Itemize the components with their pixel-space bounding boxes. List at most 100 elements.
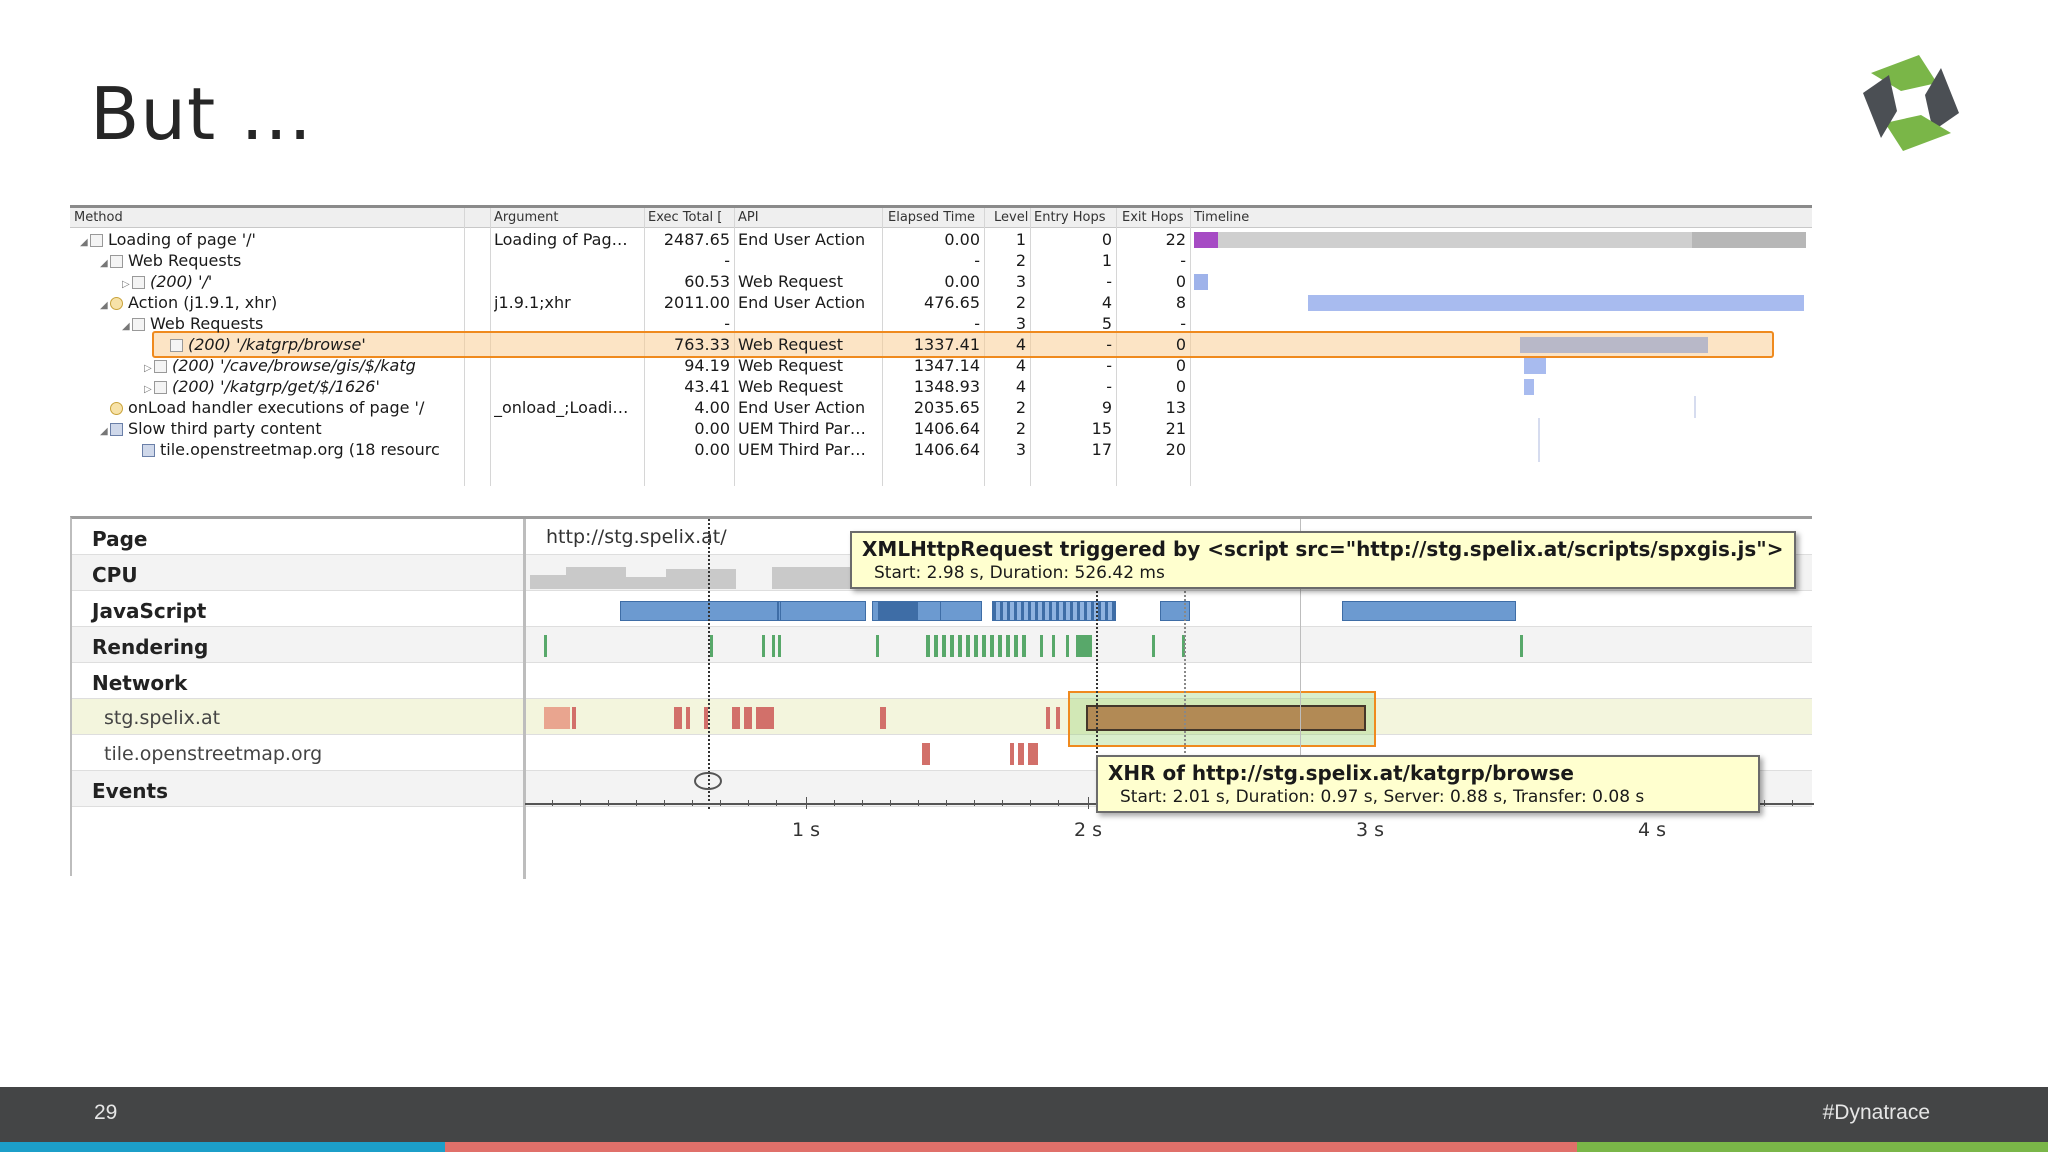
js-execution-bar[interactable] — [878, 601, 918, 621]
column-header-entry-hops[interactable]: Entry Hops — [1034, 210, 1105, 225]
table-row[interactable]: ▷ (200) '/cave/browse/gis/$/katg 94.19 We… — [70, 355, 1812, 376]
tooltip-title: XHR of http://stg.spelix.at/katgrp/brows… — [1108, 761, 1574, 785]
column-header-exec-total[interactable]: Exec Total [ — [648, 210, 722, 225]
table-row[interactable]: ◢ Web Requests - - 3 5 - — [70, 313, 1812, 334]
network-request-bar[interactable] — [544, 707, 570, 729]
js-execution-bar[interactable] — [940, 601, 982, 621]
row-method: onLoad handler executions of page '/ — [128, 398, 425, 417]
row-elapsed: 1406.64 — [913, 419, 980, 438]
row-method: Slow third party content — [128, 419, 322, 438]
row-exec-total: 0.00 — [694, 419, 730, 438]
tooltip-xhr-request: XHR of http://stg.spelix.at/katgrp/brows… — [1096, 755, 1760, 813]
dynatrace-logo-icon — [1863, 55, 1959, 151]
table-row[interactable]: ▷ (200) '/' 60.53 Web Request 0.00 3 - 0 — [70, 271, 1812, 292]
row-elapsed: 1347.14 — [913, 356, 980, 375]
row-api: Web Request — [738, 356, 843, 375]
collapse-arrow-icon[interactable]: ◢ — [100, 258, 110, 269]
collapse-arrow-icon[interactable]: ◢ — [122, 321, 132, 332]
column-header-level[interactable]: Level — [994, 210, 1028, 225]
row-exit-hops: 13 — [1165, 398, 1186, 417]
row-exit-hops: 0 — [1175, 377, 1186, 396]
row-api: End User Action — [738, 230, 866, 249]
column-header-argument[interactable]: Argument — [494, 210, 559, 225]
row-elapsed: 0.00 — [944, 230, 980, 249]
row-entry-hops: - — [1106, 356, 1112, 375]
timeline-bar — [1308, 295, 1804, 311]
request-icon — [154, 360, 167, 373]
row-argument: j1.9.1;xhr — [494, 293, 571, 312]
expand-arrow-icon[interactable]: ▷ — [144, 363, 154, 374]
row-elapsed: - — [974, 251, 980, 270]
js-execution-bar[interactable] — [1342, 601, 1516, 621]
table-row[interactable]: onLoad handler executions of page '/ _on… — [70, 397, 1812, 418]
xhr-katgrp-browse-bar[interactable] — [1086, 705, 1366, 731]
row-elapsed: 0.00 — [944, 272, 980, 291]
footer-strip-green — [1577, 1142, 2048, 1152]
timeline-row-network: Network — [72, 663, 1812, 699]
row-entry-hops: 9 — [1101, 398, 1112, 417]
expand-arrow-icon[interactable]: ▷ — [144, 384, 154, 395]
column-header-api[interactable]: API — [738, 210, 759, 225]
tooltip-title: XMLHttpRequest triggered by <script src=… — [862, 537, 1784, 561]
row-exec-total: 94.19 — [684, 356, 730, 375]
axis-label: 4 s — [1638, 819, 1667, 841]
row-label: tile.openstreetmap.org — [104, 743, 323, 765]
row-exit-hops: 22 — [1165, 230, 1186, 249]
row-api: Web Request — [738, 335, 843, 354]
row-api: Web Request — [738, 272, 843, 291]
collapse-arrow-icon[interactable]: ◢ — [100, 300, 110, 311]
timeline-bar — [1524, 358, 1546, 374]
row-api: Web Request — [738, 377, 843, 396]
timeline-bar — [1194, 232, 1218, 248]
row-exit-hops: - — [1180, 251, 1186, 270]
row-level: 4 — [1015, 377, 1026, 396]
row-method: (200) '/' — [150, 272, 213, 291]
row-level: 1 — [1015, 230, 1026, 249]
event-marker-icon[interactable] — [694, 772, 722, 790]
table-row[interactable]: ◢ Web Requests - - 2 1 - — [70, 250, 1812, 271]
timeline-bar — [1520, 337, 1708, 353]
tooltip-detail: Start: 2.01 s, Duration: 0.97 s, Server:… — [1120, 787, 1645, 807]
row-level: 4 — [1015, 356, 1026, 375]
table-row[interactable]: ▷ (200) '/katgrp/get/$/1626' 43.41 Web Re… — [70, 376, 1812, 397]
row-exit-hops: 8 — [1175, 293, 1186, 312]
js-execution-bar[interactable] — [780, 601, 866, 621]
row-api: UEM Third Par… — [738, 419, 866, 438]
row-entry-hops: - — [1106, 272, 1112, 291]
column-header-timeline[interactable]: Timeline — [1194, 210, 1249, 225]
row-exit-hops: 20 — [1165, 440, 1186, 459]
purepath-tree-table: Method Argument Exec Total [ API Elapsed… — [70, 205, 1812, 486]
page-icon — [90, 234, 103, 247]
column-header-method[interactable]: Method — [74, 210, 123, 225]
action-icon — [110, 297, 123, 310]
row-label: stg.spelix.at — [104, 707, 221, 729]
timeline-row-stg-spelix: stg.spelix.at — [72, 699, 1812, 735]
column-header-elapsed[interactable]: Elapsed Time — [888, 210, 975, 225]
row-exec-total: 4.00 — [694, 398, 730, 417]
row-exec-total: 0.00 — [694, 440, 730, 459]
row-level: 3 — [1015, 314, 1026, 333]
collapse-arrow-icon[interactable]: ◢ — [100, 426, 110, 437]
axis-label: 1 s — [792, 819, 821, 841]
row-exec-total: 2487.65 — [663, 230, 730, 249]
row-exit-hops: 0 — [1175, 335, 1186, 354]
third-party-icon — [110, 423, 123, 436]
request-icon — [132, 276, 145, 289]
row-api: UEM Third Par… — [738, 440, 866, 459]
table-row[interactable]: ◢ Slow third party content 0.00 UEM Third… — [70, 418, 1812, 439]
hashtag: #Dynatrace — [1822, 1101, 1930, 1124]
slide-footer: 29 #Dynatrace — [0, 1087, 2048, 1142]
footer-strip-red — [445, 1142, 1577, 1152]
row-method: Web Requests — [128, 251, 242, 270]
page-url[interactable]: http://stg.spelix.at/ — [546, 526, 727, 548]
table-row[interactable]: tile.openstreetmap.org (18 resourc 0.00 … — [70, 439, 1812, 460]
row-exit-hops: 0 — [1175, 356, 1186, 375]
row-label: Page — [92, 527, 148, 551]
js-execution-bar[interactable] — [620, 601, 778, 621]
browser-timeline-panel: Page http://stg.spelix.at/ CPU JavaScrip… — [70, 516, 1814, 879]
column-header-exit-hops[interactable]: Exit Hops — [1122, 210, 1184, 225]
folder-icon — [110, 255, 123, 268]
expand-arrow-icon[interactable]: ▷ — [122, 279, 132, 290]
collapse-arrow-icon[interactable]: ◢ — [80, 237, 90, 248]
slide-title: But … — [90, 72, 314, 156]
